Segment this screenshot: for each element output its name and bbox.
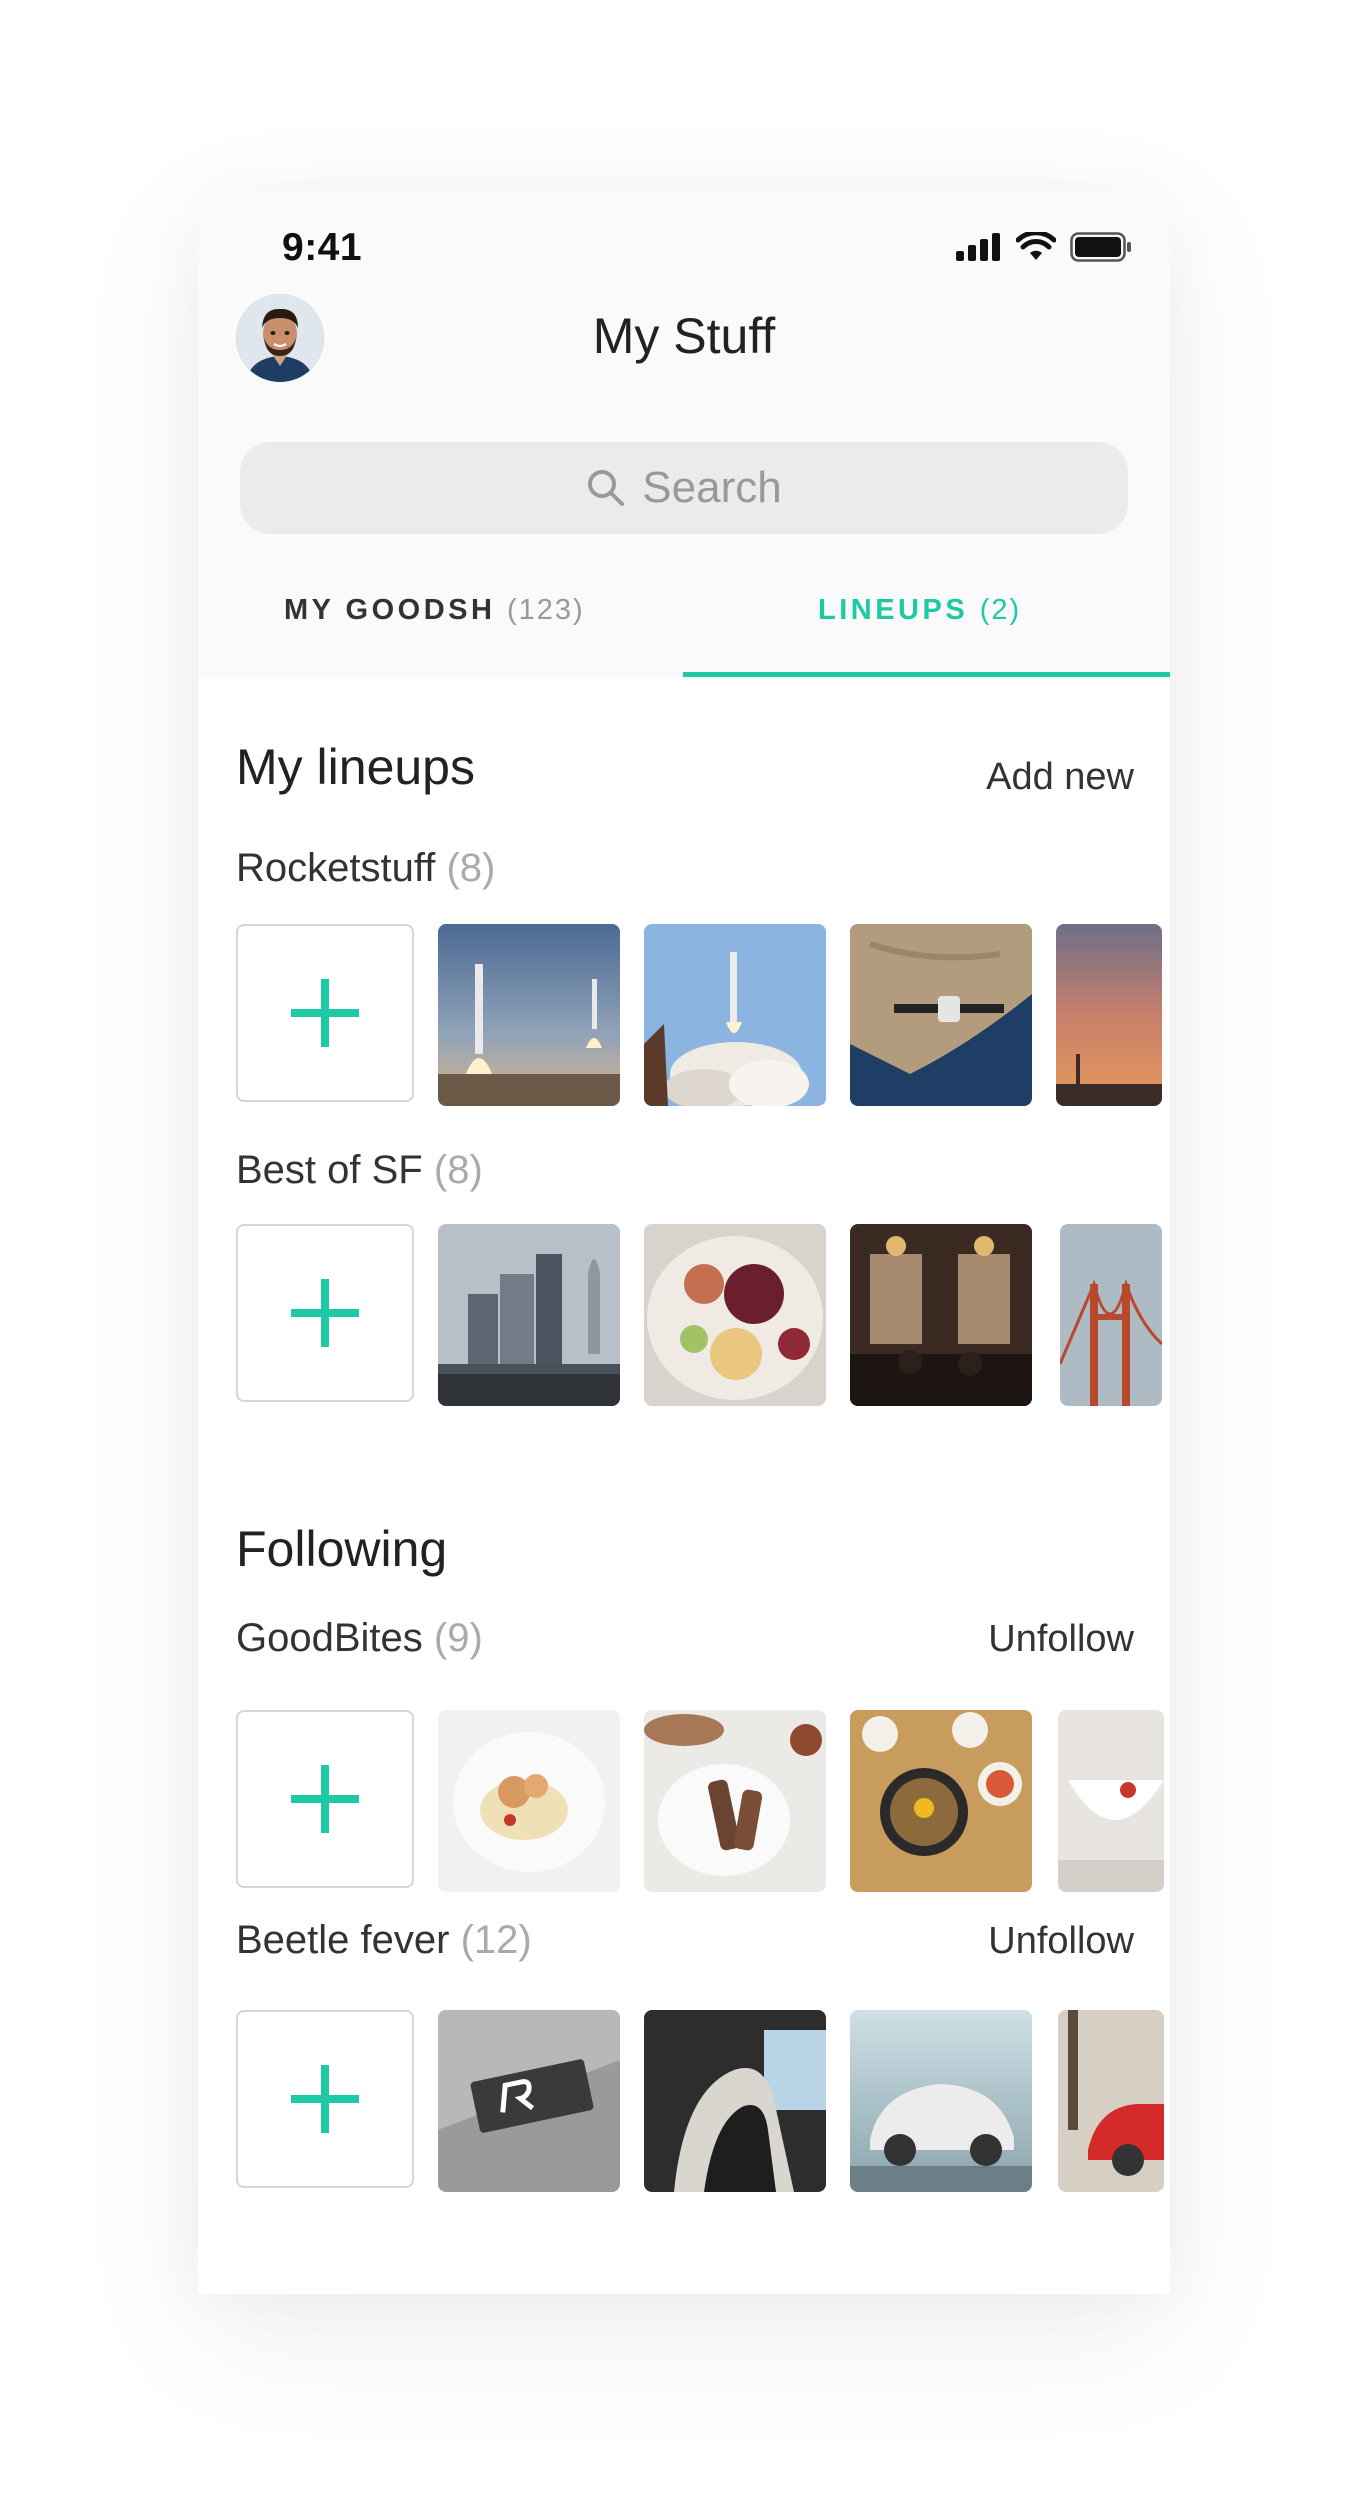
add-to-lineup-button[interactable] [236,1710,414,1888]
phone-screen: 9:41 My Stuff Search MY GOODSH (123) LIN… [198,190,1170,2294]
thumbnail-sunset-launch[interactable] [1056,924,1162,1106]
thumbnail-white-beetle[interactable] [850,2010,1032,2192]
lineup-name: Rocketstuff [236,846,436,890]
lineup-row-beetle-fever [236,2010,1164,2192]
lineup-title-goodbites[interactable]: GoodBites (9) [236,1616,483,1661]
add-to-lineup-button[interactable] [236,2010,414,2188]
lineup-row-best-of-sf [236,1224,1162,1406]
thumbnail-sf-skyline[interactable] [438,1224,620,1406]
signal-icon [956,233,1000,261]
tab-lineups[interactable]: LINEUPS (2) [818,594,1021,627]
thumbnail-soup-bowl[interactable] [1058,1710,1164,1892]
my-lineups-title: My lineups [236,739,475,795]
thumbnail-satellite[interactable] [850,924,1032,1106]
lineup-row-goodbites [236,1710,1164,1892]
tab-my-goodsh[interactable]: MY GOODSH (123) [284,594,585,627]
page-title: My Stuff [592,308,776,364]
plus-icon [291,1279,359,1347]
plus-icon [291,2065,359,2133]
lineup-count: (8) [433,1148,483,1192]
thumbnail-golden-gate[interactable] [1060,1224,1162,1406]
lineup-name: GoodBites [236,1616,423,1660]
thumbnail-restaurant[interactable] [850,1224,1032,1406]
lineup-title-best-of-sf[interactable]: Best of SF (8) [236,1148,483,1193]
following-title: Following [236,1521,448,1577]
unfollow-button[interactable]: Unfollow [988,1920,1134,1963]
thumbnail-red-beetle[interactable] [1058,2010,1164,2192]
thumbnail-bibimbap[interactable] [850,1710,1032,1892]
thumbnail-plated-dish[interactable] [438,1710,620,1892]
tab-label: MY GOODSH [284,594,496,626]
plus-icon [291,979,359,1047]
thumbnail-charcuterie[interactable] [644,1224,826,1406]
lineup-name: Best of SF [236,1148,423,1192]
unfollow-button[interactable]: Unfollow [988,1618,1134,1661]
plus-icon [291,1765,359,1833]
header: 9:41 My Stuff Search MY GOODSH (123) LIN… [198,190,1170,678]
add-to-lineup-button[interactable] [236,1224,414,1402]
add-to-lineup-button[interactable] [236,924,414,1102]
add-new-button[interactable]: Add new [986,756,1134,799]
lineup-title-rocketstuff[interactable]: Rocketstuff (8) [236,846,495,891]
lineup-count: (12) [460,1918,532,1962]
tab-label: LINEUPS [818,594,969,626]
lineup-name: Beetle fever [236,1918,450,1962]
search-input[interactable]: Search [240,442,1128,534]
status-icons [956,232,1132,262]
lineup-count: (9) [433,1616,483,1660]
status-time: 9:41 [282,226,363,269]
wifi-icon [1016,232,1056,260]
thumbnail-car-interior[interactable] [644,2010,826,2192]
lineup-title-beetle-fever[interactable]: Beetle fever (12) [236,1918,532,1963]
active-tab-indicator [683,672,1170,677]
thumbnail-r-line-badge[interactable] [438,2010,620,2192]
thumbnail-rocket-launch[interactable] [644,924,826,1106]
tab-count: (2) [979,594,1022,626]
tab-count: (123) [507,594,585,626]
lineup-count: (8) [446,846,496,890]
search-icon [588,470,625,506]
thumbnail-rocket-landing[interactable] [438,924,620,1106]
search-placeholder: Search [642,463,782,512]
thumbnail-dessert[interactable] [644,1710,826,1892]
battery-icon [1070,232,1131,262]
lineup-row-rocketstuff [236,924,1162,1106]
